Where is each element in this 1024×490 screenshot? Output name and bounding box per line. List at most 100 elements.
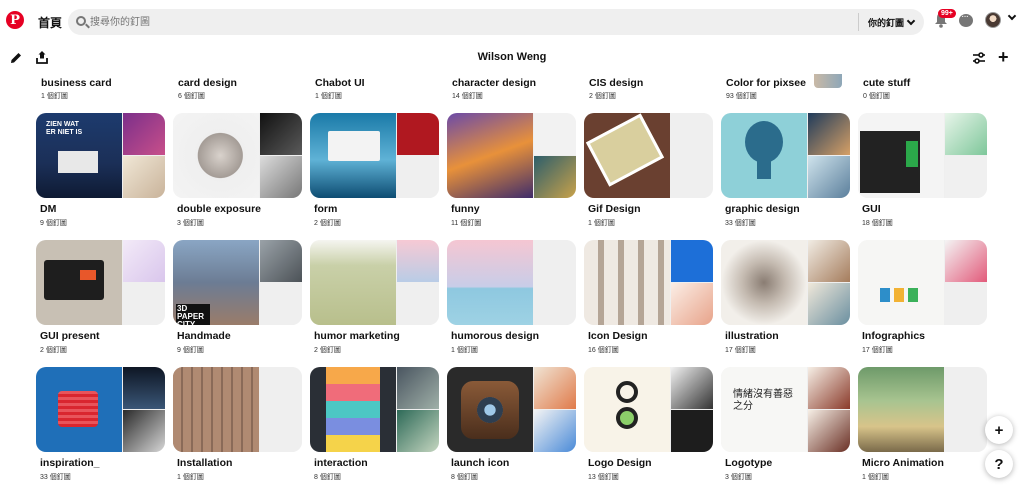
search-input[interactable] [90,13,850,31]
board-cover[interactable] [584,240,713,325]
board-title[interactable]: Icon Design [588,330,648,342]
board-title[interactable]: interaction [314,457,368,469]
board-title[interactable]: graphic design [725,203,800,215]
board-cover-main [173,367,259,452]
board-cover[interactable]: 情緒沒有善惡之分 [721,367,850,452]
board-cover[interactable]: 3D PAPER CITY [173,240,302,325]
board-cover-thumb [808,113,850,155]
chat-icon[interactable] [959,11,973,27]
account-chevron-icon[interactable] [1007,11,1017,21]
board-title[interactable]: humor marketing [314,330,400,342]
board-cover[interactable] [310,113,439,198]
board-title[interactable]: Handmade [177,330,231,342]
board-title[interactable]: CIS design [589,77,643,89]
board-cover-thumb [945,240,987,282]
board-cover-thumb [945,367,987,409]
board-cover[interactable] [310,240,439,325]
board-title[interactable]: GUI [862,203,881,215]
help-fab-button[interactable]: ? [985,450,1013,478]
plus-icon[interactable]: + [998,48,1009,66]
board-title[interactable]: double exposure [177,203,261,215]
your-pins-dropdown[interactable]: 你的釘圖 [868,12,916,32]
board-cover-thumb [671,283,713,325]
board-title[interactable]: character design [452,77,536,89]
board-count: 2 個釘圖 [314,347,341,354]
board-cover[interactable] [721,240,850,325]
board-title[interactable]: funny [451,203,480,215]
board-cover[interactable] [858,240,987,325]
board-cover[interactable]: ZIEN WAT ER NIET IS [36,113,165,198]
board-cover-main: 情緒沒有善惡之分 [721,367,807,452]
board-count: 13 個釘圖 [588,474,619,481]
board-title[interactable]: Logotype [725,457,772,469]
board-title[interactable]: Logo Design [588,457,652,469]
board-cover[interactable] [721,113,850,198]
board-cover-thumb [123,410,165,452]
create-fab-button[interactable]: + [985,416,1013,444]
board-title[interactable]: Micro Animation [862,457,944,469]
board-cover-thumb [123,113,165,155]
search-bar[interactable]: 你的釘圖 [68,9,924,35]
board-title[interactable]: business card [41,77,112,89]
board-thumb [814,74,842,88]
board-cover-thumb [945,283,987,325]
board-cover-thumb [260,240,302,282]
board-cover-main [447,113,533,198]
home-link[interactable]: 首頁 [30,10,70,34]
board-title[interactable]: Installation [177,457,232,469]
board-cover-thumb [397,240,439,282]
board-title[interactable]: Chabot UI [315,77,365,89]
board-cover[interactable] [447,113,576,198]
board-count: 1 個釘圖 [177,474,204,481]
board-cover-main [858,240,944,325]
board-title[interactable]: inspiration_ [40,457,100,469]
board-cover[interactable] [858,367,987,452]
pinterest-logo-icon[interactable]: P [6,11,24,29]
board-count: 33 個釘圖 [40,474,71,481]
board-cover[interactable] [36,367,165,452]
filter-icon[interactable] [972,52,986,64]
board-count: 9 個釘圖 [177,347,204,354]
board-cover[interactable] [858,113,987,198]
board-cover[interactable] [173,113,302,198]
board-cover-thumb [534,283,576,325]
board-title[interactable]: GUI present [40,330,100,342]
board-title[interactable]: launch icon [451,457,509,469]
board-cover[interactable] [584,113,713,198]
board-title[interactable]: humorous design [451,330,539,342]
board-cover[interactable] [584,367,713,452]
board-title[interactable]: illustration [725,330,779,342]
board-title[interactable]: form [314,203,337,215]
board-count: 17 個釘圖 [725,347,756,354]
board-cover-main [310,113,396,198]
board-title[interactable]: Gif Design [588,203,641,215]
board-cover-thumb [534,113,576,155]
board-cover[interactable] [310,367,439,452]
board-cover[interactable] [447,240,576,325]
board-cover-thumb [808,410,850,452]
board-title[interactable]: Infographics [862,330,925,342]
board-title[interactable]: DM [40,203,56,215]
board-cover[interactable] [173,367,302,452]
board-cover-thumb [945,156,987,198]
board-cover-main: 3D PAPER CITY [173,240,259,325]
board-title[interactable]: cute stuff [863,77,910,89]
board-count: 1 個釘圖 [41,93,68,100]
board-count: 1 個釘圖 [862,474,889,481]
board-cover-thumb [945,113,987,155]
board-count: 2 個釘圖 [40,347,67,354]
board-cover-thumb [534,240,576,282]
board-cover-main [36,367,122,452]
gui-present-accent [80,270,96,280]
board-cover-main [310,367,396,452]
dm-cover-block [58,151,98,173]
board-title[interactable]: card design [178,77,237,89]
board-cover[interactable] [36,240,165,325]
board-cover[interactable] [447,367,576,452]
board-cover-thumb [808,367,850,409]
board-cover-thumb [534,156,576,198]
board-title[interactable]: Color for pixsee [726,77,806,89]
board-cover-thumb [397,156,439,198]
avatar[interactable] [985,12,1001,28]
bulb-base [757,161,771,179]
